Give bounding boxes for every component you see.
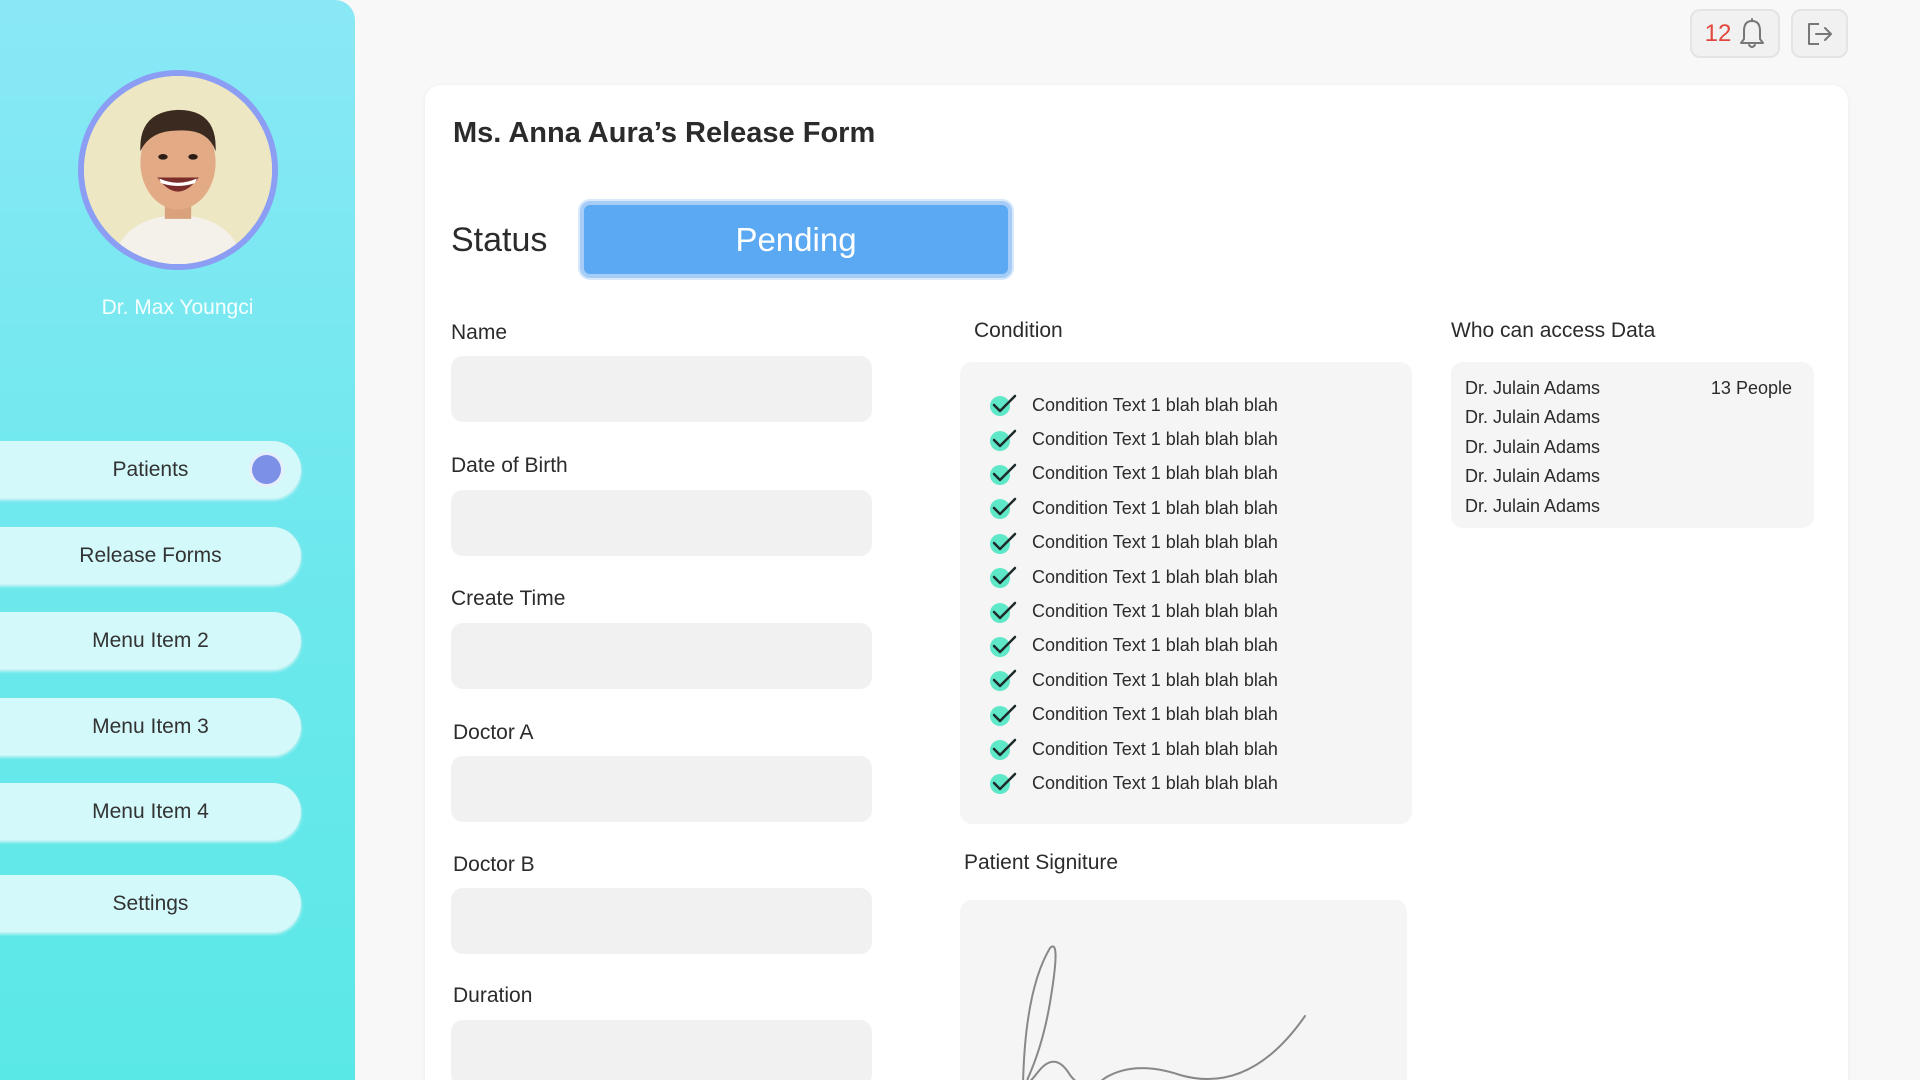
condition-text: Condition Text 1 blah blah blah: [1032, 601, 1278, 622]
name-label: Name: [451, 321, 508, 344]
check-icon: [988, 425, 1018, 455]
sidebar-item-menu-item-2[interactable]: Menu Item 2: [0, 612, 301, 669]
check-icon: [988, 390, 1018, 420]
condition-text: Condition Text 1 blah blah blah: [1032, 704, 1278, 725]
check-icon: [988, 528, 1018, 558]
access-person: Dr. Julain Adams: [1465, 378, 1601, 398]
logout-icon: [1807, 22, 1832, 45]
signature-stroke-icon: [1022, 945, 1306, 1080]
check-icon: [988, 631, 1018, 661]
status-badge[interactable]: Pending: [580, 201, 1012, 278]
check-icon: [988, 459, 1018, 489]
create-time-label: Create Time: [451, 587, 566, 610]
sidebar-item-release-forms[interactable]: Release Forms: [0, 527, 301, 584]
check-icon: [988, 700, 1018, 730]
condition-item[interactable]: Condition Text 1 blah blah blah: [988, 732, 1412, 766]
condition-text: Condition Text 1 blah blah blah: [1032, 532, 1278, 553]
doctor-b-label: Doctor B: [453, 853, 535, 876]
access-person: Dr. Julain Adams: [1465, 436, 1601, 457]
sidebar-item-label: Release Forms: [79, 543, 222, 567]
access-label: Who can access Data: [1451, 319, 1656, 342]
doctor-name: Dr. Max Youngci: [101, 296, 254, 319]
sidebar-item-menu-item-3[interactable]: Menu Item 3: [0, 698, 301, 755]
condition-label: Condition: [974, 319, 1063, 342]
sidebar-item-settings[interactable]: Settings: [0, 875, 301, 932]
doctor-a-field[interactable]: [451, 756, 872, 822]
condition-text: Condition Text 1 blah blah blah: [1032, 497, 1278, 518]
condition-item[interactable]: Condition Text 1 blah blah blah: [988, 629, 1412, 663]
check-icon: [988, 734, 1018, 764]
condition-item[interactable]: Condition Text 1 blah blah blah: [988, 560, 1412, 594]
check-icon: [988, 768, 1018, 798]
duration-field[interactable]: [451, 1020, 872, 1080]
logout-button[interactable]: [1791, 9, 1848, 58]
sidebar-item-label: Menu Item 2: [92, 628, 209, 652]
duration-label: Duration: [453, 984, 533, 1007]
signature-pad[interactable]: [960, 900, 1407, 1080]
condition-text: Condition Text 1 blah blah blah: [1032, 669, 1278, 690]
condition-text: Condition Text 1 blah blah blah: [1032, 463, 1278, 484]
condition-item[interactable]: Condition Text 1 blah blah blah: [988, 663, 1412, 697]
sidebar-item-label: Patients: [112, 457, 189, 481]
date-of-birth-label: Date of Birth: [451, 454, 568, 477]
condition-item[interactable]: Condition Text 1 blah blah blah: [988, 388, 1412, 422]
condition-item[interactable]: Condition Text 1 blah blah blah: [988, 698, 1412, 732]
doctor-a-label: Doctor A: [453, 721, 534, 744]
notification-count: 12: [1704, 19, 1732, 47]
condition-text: Condition Text 1 blah blah blah: [1032, 566, 1278, 587]
page-title: Ms. Anna Aura’s Release Form: [453, 117, 876, 149]
access-person: Dr. Julain Adams: [1465, 466, 1601, 487]
condition-text: Condition Text 1 blah blah blah: [1032, 429, 1278, 450]
person-photo-icon: [84, 76, 272, 264]
check-icon: [988, 562, 1018, 592]
access-list: Dr. Julain Adams Dr. Julain Adams Dr. Jula…: [1451, 362, 1814, 528]
sidebar-item-label: Menu Item 3: [92, 714, 209, 738]
access-count: 13 People: [1710, 378, 1792, 398]
date-of-birth-field[interactable]: [451, 490, 872, 556]
sidebar-item-label: Settings: [112, 891, 189, 915]
sidebar-item-menu-item-4[interactable]: Menu Item 4: [0, 783, 301, 840]
sidebar-item-label: Menu Item 4: [92, 799, 209, 823]
signature-label: Patient Signiture: [964, 851, 1119, 874]
condition-item[interactable]: Condition Text 1 blah blah blah: [988, 457, 1412, 491]
sidebar-item-patients[interactable]: Patients: [0, 441, 301, 498]
condition-item[interactable]: Condition Text 1 blah blah blah: [988, 422, 1412, 456]
condition-item[interactable]: Condition Text 1 blah blah blah: [988, 766, 1412, 800]
access-person: Dr. Julain Adams: [1465, 495, 1601, 516]
active-indicator-dot: [252, 455, 281, 484]
check-icon: [988, 665, 1018, 695]
release-form-card: Ms. Anna Aura’s Release Form Status Pend…: [425, 85, 1848, 1080]
condition-item[interactable]: Condition Text 1 blah blah blah: [988, 594, 1412, 628]
condition-item[interactable]: Condition Text 1 blah blah blah: [988, 526, 1412, 560]
name-field[interactable]: [451, 356, 872, 422]
condition-list: Condition Text 1 blah blah blah Condition…: [960, 362, 1412, 824]
access-person: Dr. Julain Adams: [1465, 407, 1601, 428]
doctor-b-field[interactable]: [451, 888, 872, 954]
condition-item[interactable]: Condition Text 1 blah blah blah: [988, 491, 1412, 525]
avatar[interactable]: [78, 70, 278, 270]
status-label: Status: [451, 221, 548, 259]
check-icon: [988, 597, 1018, 627]
condition-text: Condition Text 1 blah blah blah: [1032, 394, 1278, 415]
create-time-field[interactable]: [451, 623, 872, 689]
condition-text: Condition Text 1 blah blah blah: [1032, 772, 1278, 793]
condition-text: Condition Text 1 blah blah blah: [1032, 738, 1278, 759]
check-icon: [988, 493, 1018, 523]
sidebar: Dr. Max Youngci Patients Release Forms M…: [0, 0, 355, 1080]
avatar-photo: [84, 76, 272, 264]
bell-icon: [1740, 17, 1765, 48]
notifications-button[interactable]: 12: [1690, 9, 1780, 58]
condition-text: Condition Text 1 blah blah blah: [1032, 635, 1278, 656]
